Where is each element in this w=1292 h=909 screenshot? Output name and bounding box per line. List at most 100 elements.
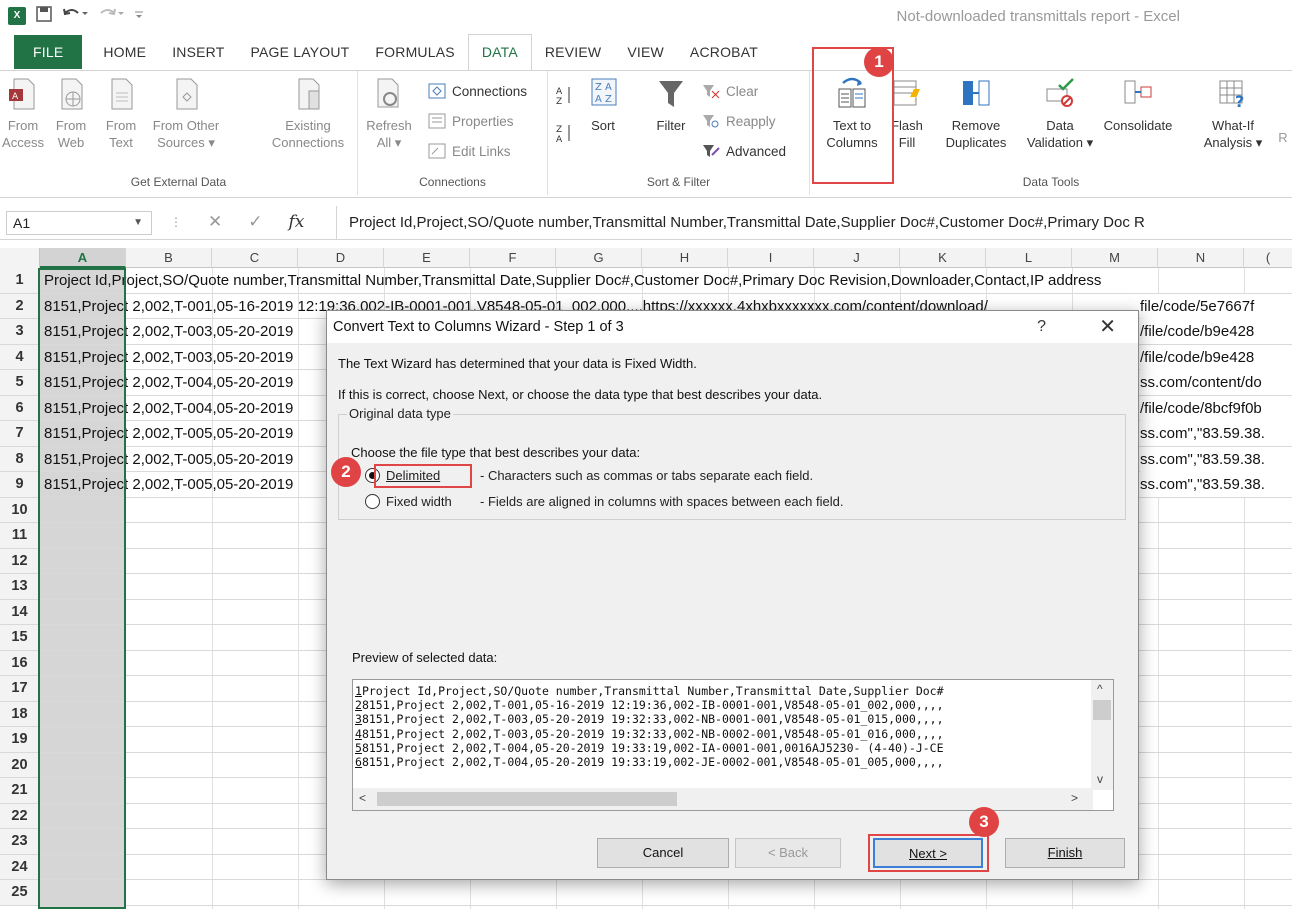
row-header[interactable]: 4 [0, 344, 40, 369]
redo-icon[interactable] [98, 6, 124, 25]
column-header-b[interactable]: B [126, 248, 212, 268]
scroll-down-icon[interactable]: v [1097, 772, 1103, 786]
row-header[interactable]: 7 [0, 421, 40, 446]
row-header[interactable]: 1 [0, 268, 40, 293]
row-header[interactable]: 18 [0, 701, 40, 726]
tab-data[interactable]: DATA [467, 34, 532, 70]
sort-za-button[interactable]: ZA [556, 123, 574, 143]
column-header-f[interactable]: F [470, 248, 556, 268]
horizontal-scroll-thumb[interactable] [377, 792, 677, 806]
radio-fixed-width[interactable]: Fixed width - Fields are aligned in colu… [365, 494, 843, 509]
reapply-button[interactable]: Reapply [702, 113, 776, 129]
tab-view[interactable]: VIEW [614, 35, 677, 69]
tab-home[interactable]: HOME [90, 35, 159, 69]
tab-formulas[interactable]: FORMULAS [362, 35, 467, 69]
column-header-j[interactable]: J [814, 248, 900, 268]
save-icon[interactable] [36, 6, 52, 25]
cell-overflow-text[interactable]: ss.com","83.59.38. [1140, 446, 1292, 472]
row-header[interactable]: 8 [0, 446, 40, 471]
column-header-h[interactable]: H [642, 248, 728, 268]
row-header[interactable]: 15 [0, 625, 40, 650]
sort-az-button[interactable]: AZ [556, 85, 574, 105]
cell-overflow-text[interactable]: ss.com/content/do [1140, 370, 1292, 395]
row-header[interactable]: 11 [0, 523, 40, 548]
refresh-all-button[interactable]: Refresh All ▾ [366, 77, 412, 151]
cell-overflow-text[interactable]: file/code/5e7667f [1140, 293, 1292, 319]
from-other-sources-button[interactable]: From Other Sources ▾ [146, 77, 226, 151]
what-if-analysis-button[interactable]: ? What-If Analysis ▾ [1200, 77, 1266, 151]
row-header[interactable]: 2 [0, 293, 40, 318]
column-header-n[interactable]: N [1158, 248, 1244, 268]
scroll-right-icon[interactable]: > [1071, 791, 1078, 805]
row-header[interactable]: 16 [0, 650, 40, 675]
preview-vertical-scrollbar[interactable]: ^ v [1091, 680, 1113, 790]
row-header[interactable]: 10 [0, 497, 40, 522]
row-header[interactable]: 9 [0, 472, 40, 497]
confirm-entry-icon[interactable]: ✓ [248, 212, 262, 232]
cell-overflow-text[interactable]: ss.com","83.59.38. [1140, 472, 1292, 497]
row-header[interactable]: 5 [0, 370, 40, 395]
cancel-entry-icon[interactable]: ✕ [208, 212, 222, 232]
from-access-button[interactable]: A From Access [2, 77, 44, 151]
properties-button[interactable]: Properties [428, 113, 514, 129]
remove-duplicates-button[interactable]: Remove Duplicates [936, 77, 1016, 151]
row-header[interactable]: 25 [0, 880, 40, 905]
scroll-left-icon[interactable]: < [359, 791, 366, 805]
row-header[interactable]: 23 [0, 829, 40, 854]
tab-file[interactable]: FILE [14, 35, 83, 69]
row-header[interactable]: 21 [0, 778, 40, 803]
tab-page-layout[interactable]: PAGE LAYOUT [237, 35, 362, 69]
row-header[interactable]: 22 [0, 803, 40, 828]
filter-button[interactable]: Filter [648, 77, 694, 134]
close-icon[interactable]: ✕ [1099, 311, 1116, 343]
row-header[interactable]: 24 [0, 854, 40, 879]
scroll-up-icon[interactable]: ^ [1097, 682, 1103, 696]
row-header[interactable]: 13 [0, 574, 40, 599]
cancel-button[interactable]: Cancel [597, 838, 729, 868]
column-header-l[interactable]: L [986, 248, 1072, 268]
column-header-i[interactable]: I [728, 248, 814, 268]
cell-overflow-text[interactable]: /file/code/b9e428 [1140, 344, 1292, 370]
row-header[interactable]: 6 [0, 395, 40, 420]
data-preview[interactable]: 1Project Id,Project,SO/Quote number,Tran… [352, 679, 1114, 811]
row-header[interactable]: 3 [0, 319, 40, 344]
row-header[interactable]: 17 [0, 676, 40, 701]
row-header[interactable]: 12 [0, 548, 40, 573]
column-header-c[interactable]: C [212, 248, 298, 268]
consolidate-button[interactable]: Consolidate [1098, 77, 1178, 134]
tab-acrobat[interactable]: ACROBAT [677, 35, 771, 69]
table-row[interactable]: 1 Project Id,Project,SO/Quote number,Tran… [0, 268, 1292, 294]
help-icon[interactable]: ? [1037, 311, 1046, 343]
existing-connections-button[interactable]: Existing Connections [262, 77, 354, 151]
undo-icon[interactable] [62, 6, 88, 25]
row-header[interactable]: 20 [0, 752, 40, 777]
cell-overflow-text[interactable]: /file/code/8bcf9f0b [1140, 395, 1292, 421]
select-all-corner[interactable] [0, 248, 40, 268]
clear-filter-button[interactable]: Clear [702, 83, 758, 99]
from-text-button[interactable]: From Text [100, 77, 142, 151]
cell-overflow-text[interactable]: ss.com","83.59.38. [1140, 421, 1292, 446]
finish-button[interactable]: Finish [1005, 838, 1125, 868]
connections-button[interactable]: Connections [428, 83, 527, 99]
column-header-o[interactable]: ( [1244, 248, 1292, 268]
tab-review[interactable]: REVIEW [532, 35, 614, 69]
column-header-m[interactable]: M [1072, 248, 1158, 268]
column-header-a[interactable]: A [40, 248, 126, 268]
advanced-filter-button[interactable]: Advanced [702, 143, 786, 159]
row-header[interactable]: 14 [0, 599, 40, 624]
name-box[interactable]: A1 ▼ [6, 211, 152, 235]
back-button[interactable]: < Back [735, 838, 841, 868]
cell-a-text[interactable]: Project Id,Project,SO/Quote number,Trans… [44, 268, 1292, 293]
radio-fixed-width-indicator[interactable] [365, 494, 380, 509]
column-header-d[interactable]: D [298, 248, 384, 268]
table-row[interactable]: 25 [0, 880, 1292, 906]
customize-qat-icon[interactable] [134, 6, 144, 25]
from-web-button[interactable]: From Web [50, 77, 92, 151]
tab-insert[interactable]: INSERT [159, 35, 237, 69]
formula-input[interactable]: Project Id,Project,SO/Quote number,Trans… [336, 206, 1292, 240]
insert-function-icon[interactable]: fx [289, 212, 305, 232]
column-header-k[interactable]: K [900, 248, 986, 268]
vertical-scroll-thumb[interactable] [1093, 700, 1111, 720]
column-header-e[interactable]: E [384, 248, 470, 268]
data-validation-button[interactable]: Data Validation ▾ [1020, 77, 1100, 151]
